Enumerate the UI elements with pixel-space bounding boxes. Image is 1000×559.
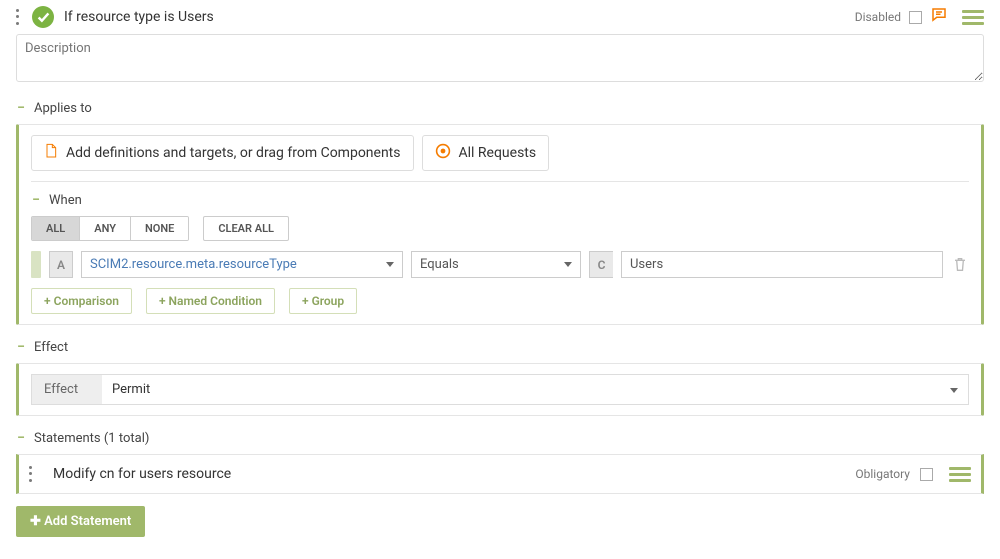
add-definitions-label: Add definitions and targets, or drag fro…: [66, 145, 401, 161]
comment-icon[interactable]: [930, 6, 948, 28]
drag-handle-icon[interactable]: [31, 251, 41, 278]
disabled-checkbox[interactable]: [909, 11, 922, 24]
match-none-button[interactable]: NONE: [130, 217, 188, 240]
target-icon: [435, 143, 451, 163]
menu-icon[interactable]: [949, 467, 971, 482]
operator-select[interactable]: Equals: [411, 251, 581, 278]
applies-to-panel: Add definitions and targets, or drag fro…: [16, 124, 984, 325]
menu-icon[interactable]: [962, 10, 984, 25]
add-definitions-button[interactable]: Add definitions and targets, or drag fro…: [31, 135, 414, 171]
section-title-applies-to: Applies to: [34, 101, 92, 116]
add-group-button[interactable]: Group: [289, 288, 357, 314]
disabled-label: Disabled: [855, 10, 901, 24]
effect-label: Effect: [32, 375, 102, 404]
attribute-value: SCIM2.resource.meta.resourceType: [90, 257, 297, 272]
condition-row: A SCIM2.resource.meta.resourceType Equal…: [31, 251, 969, 278]
effect-value: Permit: [102, 375, 940, 404]
match-mode-segment: ALL ANY NONE: [31, 216, 189, 241]
chevron-down-icon: [564, 262, 572, 267]
description-input[interactable]: [16, 34, 984, 82]
obligatory-checkbox[interactable]: [920, 468, 933, 481]
effect-panel: Effect Permit: [16, 363, 984, 416]
collapse-icon[interactable]: −: [16, 339, 26, 355]
add-comparison-button[interactable]: Comparison: [31, 288, 132, 314]
value-text: Users: [630, 257, 663, 272]
insert-statement-icon[interactable]: [16, 455, 30, 493]
statement-title: Modify cn for users resource: [53, 466, 855, 482]
section-title-statements: Statements (1 total): [34, 431, 149, 446]
statement-row: Modify cn for users resource Obligatory: [16, 454, 984, 494]
match-all-button[interactable]: ALL: [32, 217, 79, 240]
value-input[interactable]: Users: [621, 251, 943, 278]
chip-constant: C: [589, 251, 613, 278]
delete-condition-button[interactable]: [951, 251, 969, 278]
collapse-icon[interactable]: −: [16, 430, 26, 446]
add-statement-button[interactable]: ✚ Add Statement: [16, 506, 145, 537]
section-title-effect: Effect: [34, 340, 68, 355]
chevron-down-icon: [950, 388, 958, 393]
collapse-icon[interactable]: −: [16, 100, 26, 116]
operator-value: Equals: [420, 257, 459, 272]
rule-title: If resource type is Users: [64, 9, 855, 25]
chip-attribute: A: [49, 251, 73, 278]
attribute-select[interactable]: SCIM2.resource.meta.resourceType: [81, 251, 403, 278]
all-requests-label: All Requests: [459, 145, 537, 161]
obligatory-label: Obligatory: [855, 467, 910, 481]
when-label: When: [49, 193, 82, 208]
drag-handle-icon[interactable]: [29, 464, 39, 484]
clear-all-button[interactable]: CLEAR ALL: [203, 216, 289, 241]
all-requests-button[interactable]: All Requests: [422, 135, 550, 171]
component-icon: [44, 143, 58, 163]
match-any-button[interactable]: ANY: [79, 217, 130, 240]
add-named-condition-button[interactable]: Named Condition: [146, 288, 275, 314]
effect-select[interactable]: Effect Permit: [31, 374, 969, 405]
rule-header: If resource type is Users Disabled: [16, 0, 984, 34]
drag-handle-icon[interactable]: [16, 7, 26, 27]
chevron-down-icon: [386, 262, 394, 267]
status-check-icon: [32, 6, 54, 28]
collapse-icon[interactable]: −: [31, 192, 41, 208]
